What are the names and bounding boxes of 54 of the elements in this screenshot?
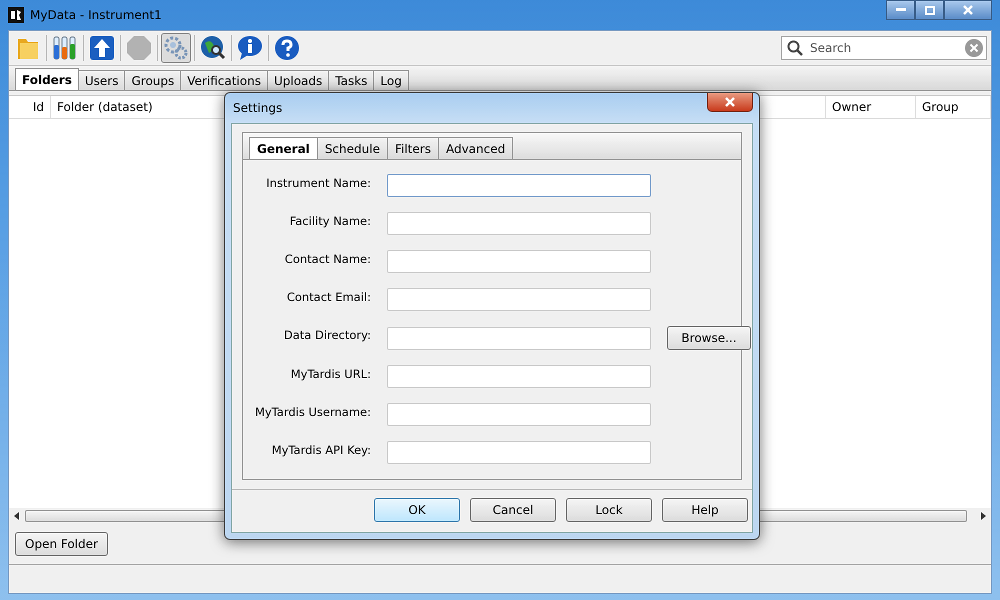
scroll-right-icon[interactable]	[979, 512, 987, 520]
dialog-button[interactable]: Help	[662, 498, 748, 522]
search-field[interactable]: Search	[781, 36, 987, 60]
text-field[interactable]	[387, 441, 651, 464]
field-label: Contact Name:	[284, 251, 371, 266]
toolbar-button[interactable]	[272, 33, 302, 63]
close-icon	[724, 97, 736, 107]
minimize-button[interactable]	[886, 0, 915, 20]
toolbar-button[interactable]	[235, 33, 265, 63]
settings-icon	[163, 35, 189, 61]
maximize-button[interactable]	[915, 0, 944, 20]
dialog-button[interactable]: OK	[374, 498, 460, 522]
dialog-button[interactable]: Lock	[566, 498, 652, 522]
text-field[interactable]	[387, 212, 651, 235]
tab[interactable]: Uploads	[266, 70, 330, 90]
close-button[interactable]	[707, 93, 753, 112]
column-header[interactable]: Group	[916, 96, 991, 118]
field-label: MyTardis Username:	[254, 404, 371, 419]
text-field[interactable]	[387, 403, 651, 426]
scroll-left-icon[interactable]	[13, 512, 21, 520]
close-icon	[962, 5, 974, 15]
close-button[interactable]	[944, 0, 992, 20]
dialog-button[interactable]: Cancel	[470, 498, 556, 522]
field-label: Instrument Name:	[265, 175, 371, 190]
minimize-icon	[896, 8, 906, 12]
maximize-icon	[924, 6, 934, 14]
column-header[interactable]: Id	[9, 96, 51, 118]
text-field[interactable]	[387, 250, 651, 273]
text-field[interactable]	[387, 174, 651, 197]
browse-button[interactable]: Browse...	[667, 326, 751, 350]
tab[interactable]: Advanced	[438, 137, 514, 159]
text-field[interactable]	[387, 365, 651, 388]
field-label: Facility Name:	[288, 213, 371, 228]
app-logo-icon	[8, 7, 24, 23]
help-icon	[274, 35, 300, 61]
field-label: MyTardis URL:	[290, 366, 371, 381]
tab[interactable]: General	[249, 137, 318, 159]
open-folder-button[interactable]: Open Folder	[15, 532, 108, 556]
window-title: MyData - Instrument1	[30, 8, 162, 22]
toolbar-button[interactable]	[87, 33, 117, 63]
stop-sign-icon	[126, 35, 152, 61]
globe-magnifier-icon	[200, 35, 226, 61]
clear-icon[interactable]	[965, 39, 983, 57]
field-label: Data Directory:	[282, 327, 371, 342]
text-field[interactable]	[387, 326, 651, 350]
column-header[interactable]: Owner	[826, 96, 916, 118]
field-label: Contact Email:	[286, 289, 371, 304]
field-label: MyTardis API Key:	[270, 442, 371, 457]
text-field[interactable]	[387, 288, 651, 311]
tab[interactable]: Folders	[15, 68, 79, 90]
tab[interactable]: Groups	[124, 70, 182, 90]
tab[interactable]: Log	[373, 70, 409, 90]
test-tubes-icon	[52, 35, 78, 61]
info-icon	[237, 35, 263, 61]
